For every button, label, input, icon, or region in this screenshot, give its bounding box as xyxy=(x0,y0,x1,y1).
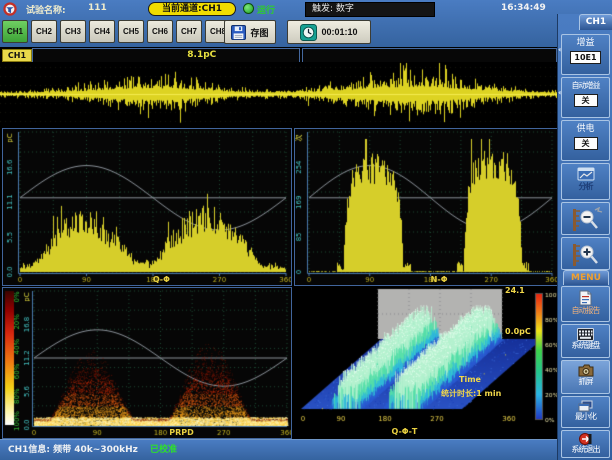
power-supply-value: 关 xyxy=(574,137,598,150)
save-image-label: 存图 xyxy=(250,26,268,39)
channel-button-ch1[interactable]: CH1 xyxy=(2,20,28,43)
gain-button[interactable]: 增益 10E1 xyxy=(561,34,610,75)
waveform-canvas xyxy=(0,62,557,126)
timer-clock-icon xyxy=(300,24,317,41)
auto-report-button[interactable]: 自动报告 xyxy=(561,286,610,322)
test-name-value: 111 xyxy=(88,3,107,13)
pd-analyzer-screen: 试验名称: 111 当前通道:CH1 运行 触发: 数字 16:34:49 CH… xyxy=(0,0,612,460)
windows-icon xyxy=(562,400,609,412)
statusbar: CH1信息: 频带 40k~300kHz 已校准 xyxy=(0,439,557,460)
q-phi-chart: Q-Φ xyxy=(2,128,292,286)
screen-capture-label: 抓屏 xyxy=(562,377,609,387)
readout-channel-chip: CH1 xyxy=(2,49,32,62)
system-exit-button[interactable]: 系统退出 xyxy=(561,430,610,458)
analyze-button[interactable]: 分析 xyxy=(561,163,610,200)
channel-button-ch4[interactable]: CH4 xyxy=(89,20,115,43)
gain-value: 10E1 xyxy=(570,51,600,64)
menu-tab[interactable]: MENU xyxy=(563,270,609,285)
save-image-button[interactable]: 存图 xyxy=(224,20,276,44)
zoom-in-button[interactable] xyxy=(561,237,610,270)
system-keyboard-button[interactable]: 系统键盘 xyxy=(561,324,610,358)
n-phi-axis-label: N-Φ xyxy=(431,275,448,284)
channel-info-text: CH1信息: 频带 40k~300kHz xyxy=(8,440,138,460)
q-phi-t-chart: 24.1 0.0pC Time 统计时长:1 min Q-Φ-T xyxy=(294,287,557,438)
camera-icon xyxy=(562,364,609,377)
trigger-box: 触发: 数字 xyxy=(305,2,435,17)
n-phi-canvas xyxy=(295,129,557,285)
channel-button-ch2[interactable]: CH2 xyxy=(31,20,57,43)
readout-secondary-box xyxy=(302,48,557,63)
zoom-out-icon xyxy=(569,207,603,233)
app-logo-icon xyxy=(3,2,17,16)
duration-label: 统计时长:1 min xyxy=(441,388,501,399)
floppy-icon xyxy=(231,25,246,40)
sidebar-channel-tab[interactable]: CH1 xyxy=(579,14,612,30)
test-name-label: 试验名称: xyxy=(26,3,66,16)
report-document-icon xyxy=(562,290,609,306)
prpd-axis-label: PRPD xyxy=(169,428,194,437)
power-supply-button[interactable]: 供电 关 xyxy=(561,120,610,161)
run-indicator-icon xyxy=(243,3,254,14)
run-status-label: 运行 xyxy=(257,3,275,16)
analyze-window-icon xyxy=(562,167,609,182)
gain-label: 增益 xyxy=(562,37,609,49)
system-exit-label: 系统退出 xyxy=(562,445,609,455)
power-supply-label: 供电 xyxy=(562,123,609,135)
channel-button-ch7[interactable]: CH7 xyxy=(176,20,202,43)
minimize-button[interactable]: 最小化 xyxy=(561,396,610,428)
zero-value-label: 0.0pC xyxy=(505,327,531,336)
q-phi-canvas xyxy=(3,129,291,285)
n-phi-chart: N-Φ xyxy=(294,128,558,286)
minimize-label: 最小化 xyxy=(562,412,609,422)
timer-button[interactable]: 00:01:10 xyxy=(287,20,371,44)
prpd-chart: PRPD xyxy=(2,287,292,439)
channel-button-ch5[interactable]: CH5 xyxy=(118,20,144,43)
exit-icon xyxy=(562,433,609,445)
auto-report-label: 自动报告 xyxy=(562,306,609,316)
prpd-canvas xyxy=(3,288,291,438)
calibrated-badge: 已校准 xyxy=(150,440,177,460)
sidebar: CH1 « « 增益 10E1 自动增益 关 供电 关 分析 xyxy=(557,14,612,460)
auto-gain-value: 关 xyxy=(574,94,598,107)
header: 试验名称: 111 当前通道:CH1 运行 触发: 数字 16:34:49 CH… xyxy=(0,0,612,47)
timer-value: 00:01:10 xyxy=(321,27,357,37)
time-label: Time xyxy=(459,375,481,384)
analyze-label: 分析 xyxy=(562,182,609,192)
auto-gain-label: 自动增益 xyxy=(562,80,609,92)
current-channel-pill: 当前通道:CH1 xyxy=(148,2,236,16)
q-phi-t-axis-label: Q-Φ-T xyxy=(392,427,418,436)
q-phi-axis-label: Q-Φ xyxy=(153,275,170,284)
keyboard-icon xyxy=(562,328,609,341)
q-phi-t-canvas xyxy=(294,287,557,438)
channel-button-ch3[interactable]: CH3 xyxy=(60,20,86,43)
screen-capture-button[interactable]: 抓屏 xyxy=(561,360,610,394)
zoom-in-icon xyxy=(569,242,603,268)
zoom-out-button[interactable] xyxy=(561,202,610,235)
system-time: 16:34:49 xyxy=(501,3,546,13)
channel-button-ch6[interactable]: CH6 xyxy=(147,20,173,43)
auto-gain-button[interactable]: 自动增益 关 xyxy=(561,77,610,118)
readout-value-box: 8.1pC xyxy=(32,48,300,63)
system-keyboard-label: 系统键盘 xyxy=(562,341,609,351)
peak-value-label: 24.1 xyxy=(505,286,525,295)
